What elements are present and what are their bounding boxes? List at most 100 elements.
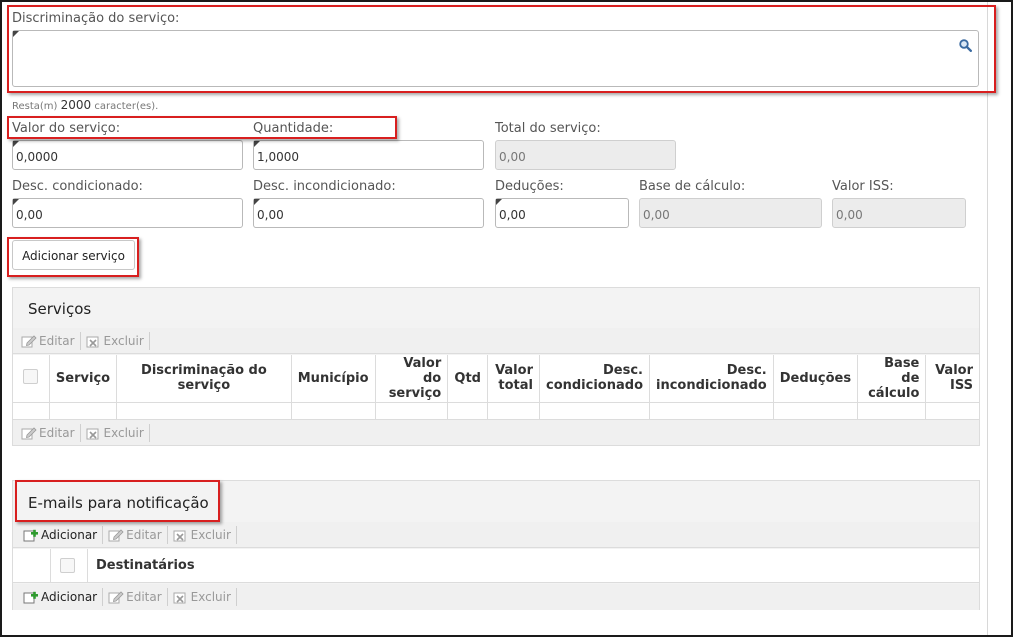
desc-incondicionado-label: Desc. incondicionado:: [253, 179, 396, 194]
desc-incondicionado-input[interactable]: 0,00: [253, 198, 484, 228]
col-desc-incondicionado[interactable]: Desc. incondicionado: [649, 355, 774, 403]
required-marker-icon: [13, 141, 19, 147]
select-all-checkbox[interactable]: [23, 368, 39, 384]
emails-excluir-label: Excluir: [190, 590, 231, 604]
col-valor-servico[interactable]: Valor do serviço: [375, 355, 449, 403]
char-counter-suffix: caracter(es).: [94, 101, 159, 112]
col-destinatarios[interactable]: Destinatários: [96, 558, 195, 573]
col-qtd[interactable]: Qtd: [447, 355, 489, 403]
servicos-toolbar-top: Editar Excluir: [13, 328, 979, 354]
delete-icon: [86, 334, 102, 348]
deducoes-input[interactable]: 0,00: [495, 198, 629, 228]
edit-icon: [21, 426, 37, 440]
desc-condicionado-value: 0,00: [16, 208, 43, 222]
highlight-adicionar-servico: [7, 237, 139, 277]
col-valor-iss-l1: Valor: [935, 363, 973, 379]
valor-servico-input[interactable]: 0,0000: [12, 140, 243, 170]
col-municipio[interactable]: Município: [291, 355, 376, 403]
col-deducoes[interactable]: Deduções: [773, 355, 859, 403]
servicos-editar-button[interactable]: Editar: [21, 331, 81, 350]
servicos-excluir-label: Excluir: [103, 333, 144, 348]
delete-icon: [173, 528, 189, 542]
servicos-toolbar-bottom: Editar Excluir: [13, 419, 979, 445]
char-counter: Resta(m) 2000 caracter(es).: [12, 98, 158, 112]
col-desc-condicionado[interactable]: Desc. condicionado: [539, 355, 651, 403]
col-discriminacao[interactable]: Discriminação do serviço: [116, 355, 292, 403]
base-calculo-label: Base de cálculo:: [639, 179, 746, 194]
edit-icon: [108, 590, 124, 604]
highlight-emails-title: [15, 480, 220, 522]
total-servico-value: 0,00: [499, 150, 526, 164]
col-servico[interactable]: Serviço: [49, 355, 118, 403]
required-marker-icon: [13, 199, 19, 205]
highlight-valor-quantidade: [7, 116, 397, 139]
quantidade-value: 1,0000: [257, 150, 299, 164]
edit-icon: [108, 528, 124, 542]
col-desc-incondicionado-l1: Desc.: [726, 363, 767, 379]
col-valor-total[interactable]: Valor total: [487, 355, 540, 403]
deducoes-label: Deduções:: [495, 179, 564, 194]
col-base-calculo[interactable]: Base de cálculo: [857, 355, 927, 403]
quantidade-input[interactable]: 1,0000: [253, 140, 484, 170]
emails-editar-label: Editar: [126, 590, 162, 604]
select-all-cell: [13, 355, 50, 403]
emails-excluir-label: Excluir: [190, 527, 231, 542]
required-marker-icon: [254, 141, 260, 147]
base-calculo-input: 0,00: [639, 198, 822, 228]
servicos-excluir-label: Excluir: [103, 425, 144, 440]
col-valor-total-l1: Valor: [495, 363, 533, 379]
col-desc-condicionado-l1: Desc.: [603, 363, 643, 379]
total-servico-label: Total do serviço:: [495, 121, 601, 136]
col-desc-condicionado-l2: condicionado: [545, 378, 643, 394]
valor-servico-value: 0,0000: [16, 150, 58, 164]
emails-editar-button[interactable]: Editar: [108, 525, 168, 544]
emails-select-all-checkbox[interactable]: [60, 558, 75, 573]
servicos-excluir-button[interactable]: Excluir: [86, 331, 150, 350]
servicos-header-row: Serviço Discriminação do serviço Municíp…: [13, 355, 980, 403]
emails-excluir-button[interactable]: Excluir: [173, 525, 237, 544]
emails-excluir-button-bottom[interactable]: Excluir: [173, 588, 237, 606]
servicos-editar-label: Editar: [39, 333, 75, 348]
servicos-editar-button-bottom[interactable]: Editar: [21, 423, 81, 442]
valor-iss-input: 0,00: [832, 198, 966, 228]
col-base-calculo-l1: Base de: [884, 355, 920, 386]
total-servico-input: 0,00: [495, 140, 676, 170]
servicos-panel: Serviços Editar Excluir Serviço Discrimi…: [12, 287, 980, 446]
col-desc-incondicionado-l2: incondicionado: [656, 378, 767, 394]
servicos-editar-label: Editar: [39, 425, 75, 440]
emails-checkbox-cell: [51, 549, 88, 582]
emails-adicionar-label: Adicionar: [41, 527, 98, 542]
required-marker-icon: [254, 199, 260, 205]
emails-adicionar-button-bottom[interactable]: Adicionar: [23, 588, 104, 606]
page-right-border: [987, 2, 988, 635]
edit-icon: [21, 334, 37, 348]
add-icon: [23, 590, 39, 604]
valor-iss-value: 0,00: [836, 208, 863, 222]
emails-adicionar-button[interactable]: Adicionar: [23, 525, 104, 544]
servicos-title: Serviços: [13, 288, 979, 328]
col-valor-iss-l2: ISS: [950, 378, 973, 394]
delete-icon: [173, 590, 189, 604]
desc-condicionado-input[interactable]: 0,00: [12, 198, 243, 228]
desc-incondicionado-value: 0,00: [257, 208, 284, 222]
add-icon: [23, 528, 39, 542]
deducoes-value: 0,00: [499, 208, 526, 222]
col-valor-servico-l2: serviço: [388, 385, 442, 401]
emails-toolbar-top: Adicionar Editar Excluir: [13, 522, 979, 548]
col-valor-iss[interactable]: Valor ISS: [925, 355, 980, 403]
desc-condicionado-label: Desc. condicionado:: [12, 179, 143, 194]
base-calculo-value: 0,00: [643, 208, 670, 222]
char-counter-count: 2000: [60, 98, 92, 112]
emails-toolbar-bottom: Adicionar Editar Excluir: [13, 584, 979, 610]
col-base-calculo-l2: cálculo: [868, 385, 920, 401]
emails-editar-button-bottom[interactable]: Editar: [108, 588, 168, 606]
required-marker-icon: [496, 199, 502, 205]
servicos-excluir-button-bottom[interactable]: Excluir: [86, 423, 150, 442]
emails-grid-header: Destinatários: [13, 549, 979, 583]
emails-adicionar-label: Adicionar: [41, 590, 98, 604]
table-row: [13, 402, 980, 420]
emails-select-all-cell: [13, 549, 51, 582]
servicos-table: Serviço Discriminação do serviço Municíp…: [13, 355, 980, 420]
delete-icon: [86, 426, 102, 440]
col-valor-total-l2: total: [498, 378, 533, 394]
